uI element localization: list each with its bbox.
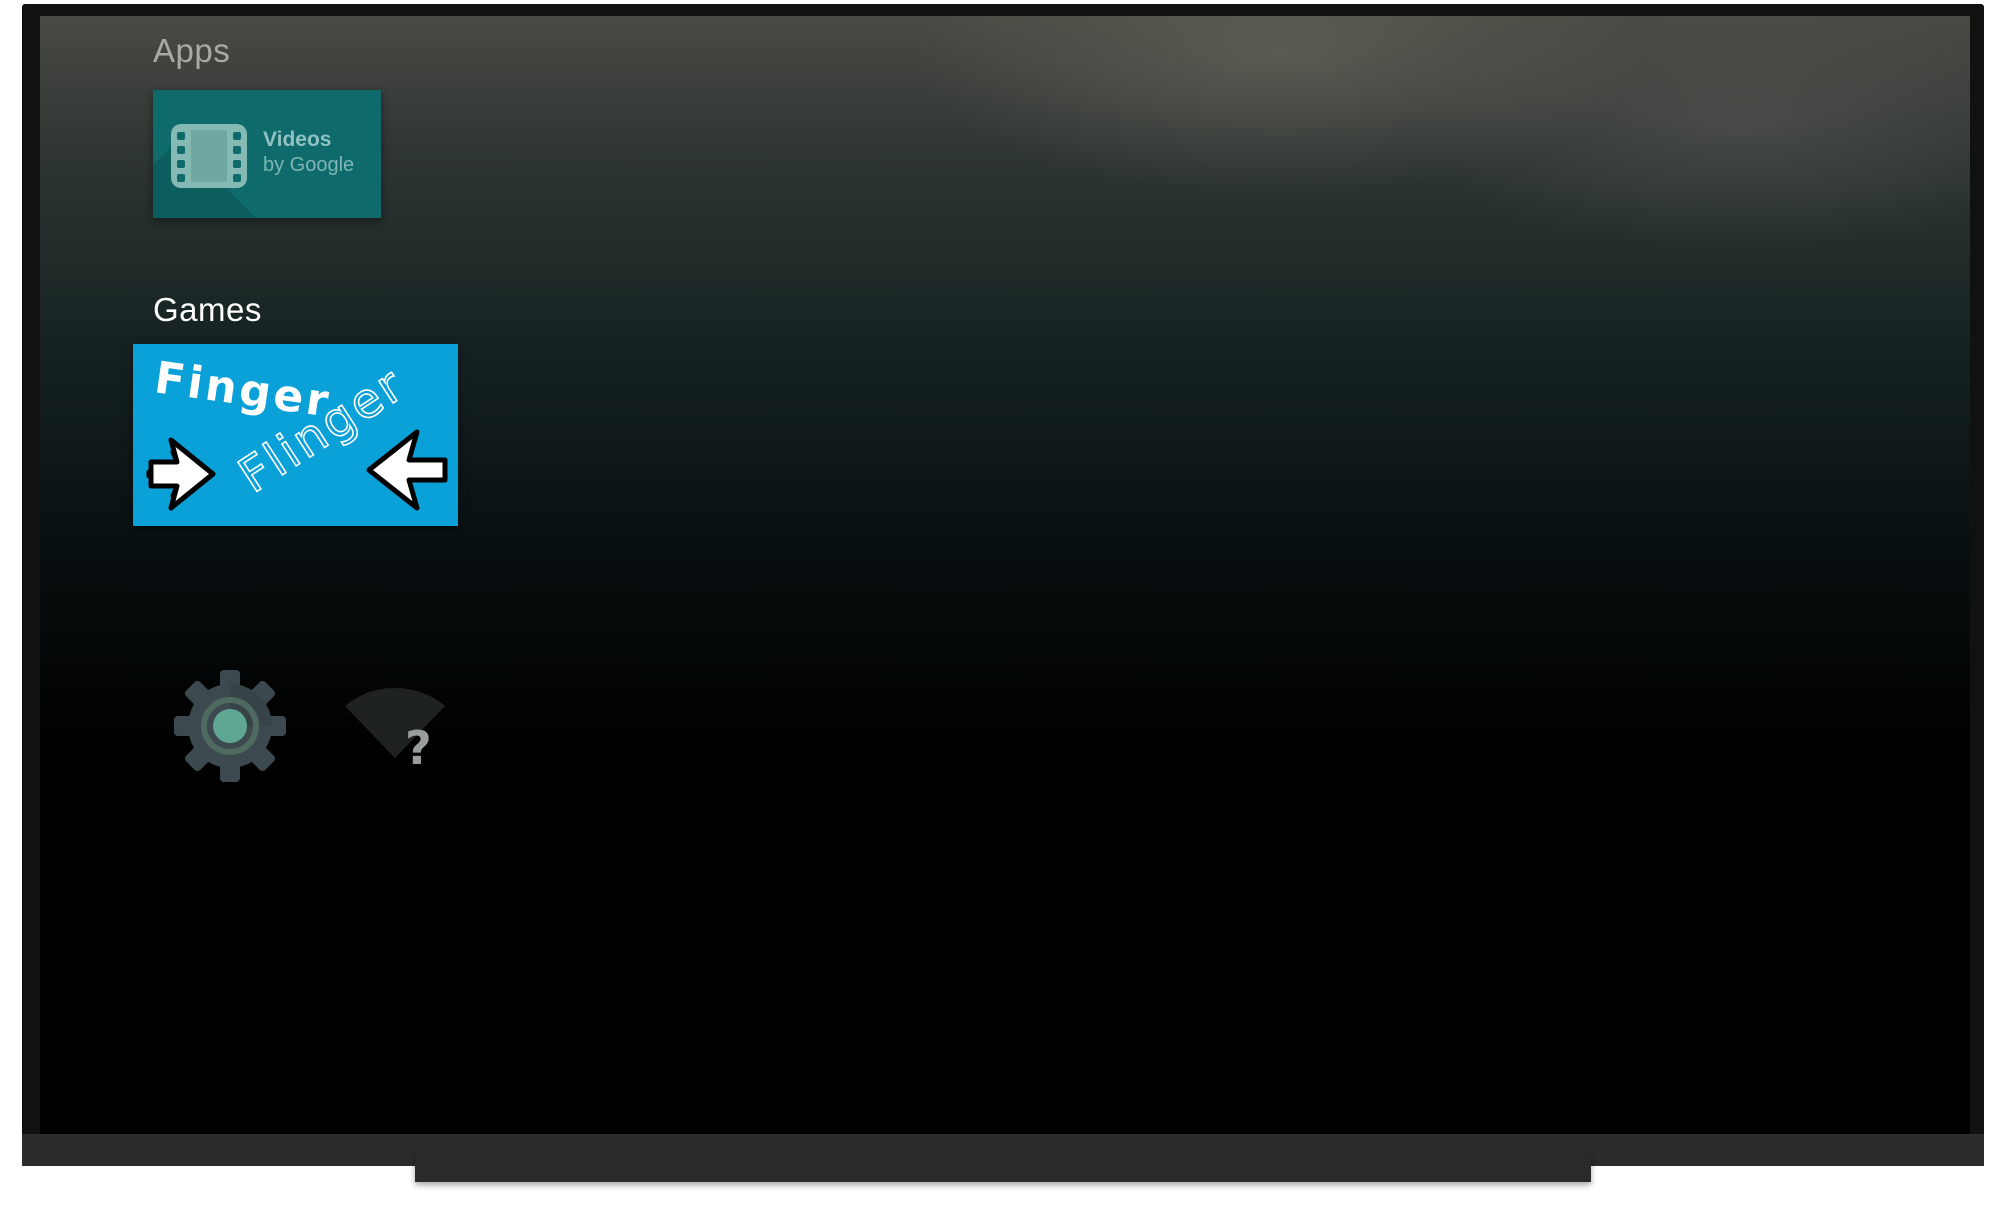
finger-flinger-game-card[interactable]: Finger Flinger — [133, 344, 458, 526]
tv-stand — [415, 1150, 1591, 1182]
arrow-right-icon — [146, 437, 216, 511]
videos-app-card[interactable]: Videos by Google — [153, 90, 381, 218]
arrow-left-icon — [366, 429, 448, 511]
network-status-button[interactable]: ? — [345, 678, 445, 778]
videos-card-subtitle: by Google — [263, 154, 355, 176]
tv-screen: Apps Videos by Google Games Finger Fling… — [40, 16, 1970, 1134]
wifi-unknown-icon: ? — [345, 688, 445, 775]
gear-icon — [174, 670, 286, 782]
settings-gear-button[interactable] — [172, 668, 288, 784]
film-icon — [171, 124, 247, 193]
games-row-title: Games — [153, 291, 262, 328]
videos-card-title: Videos — [263, 128, 332, 151]
wifi-unknown-glyph: ? — [405, 721, 432, 775]
apps-row-title: Apps — [153, 32, 231, 69]
